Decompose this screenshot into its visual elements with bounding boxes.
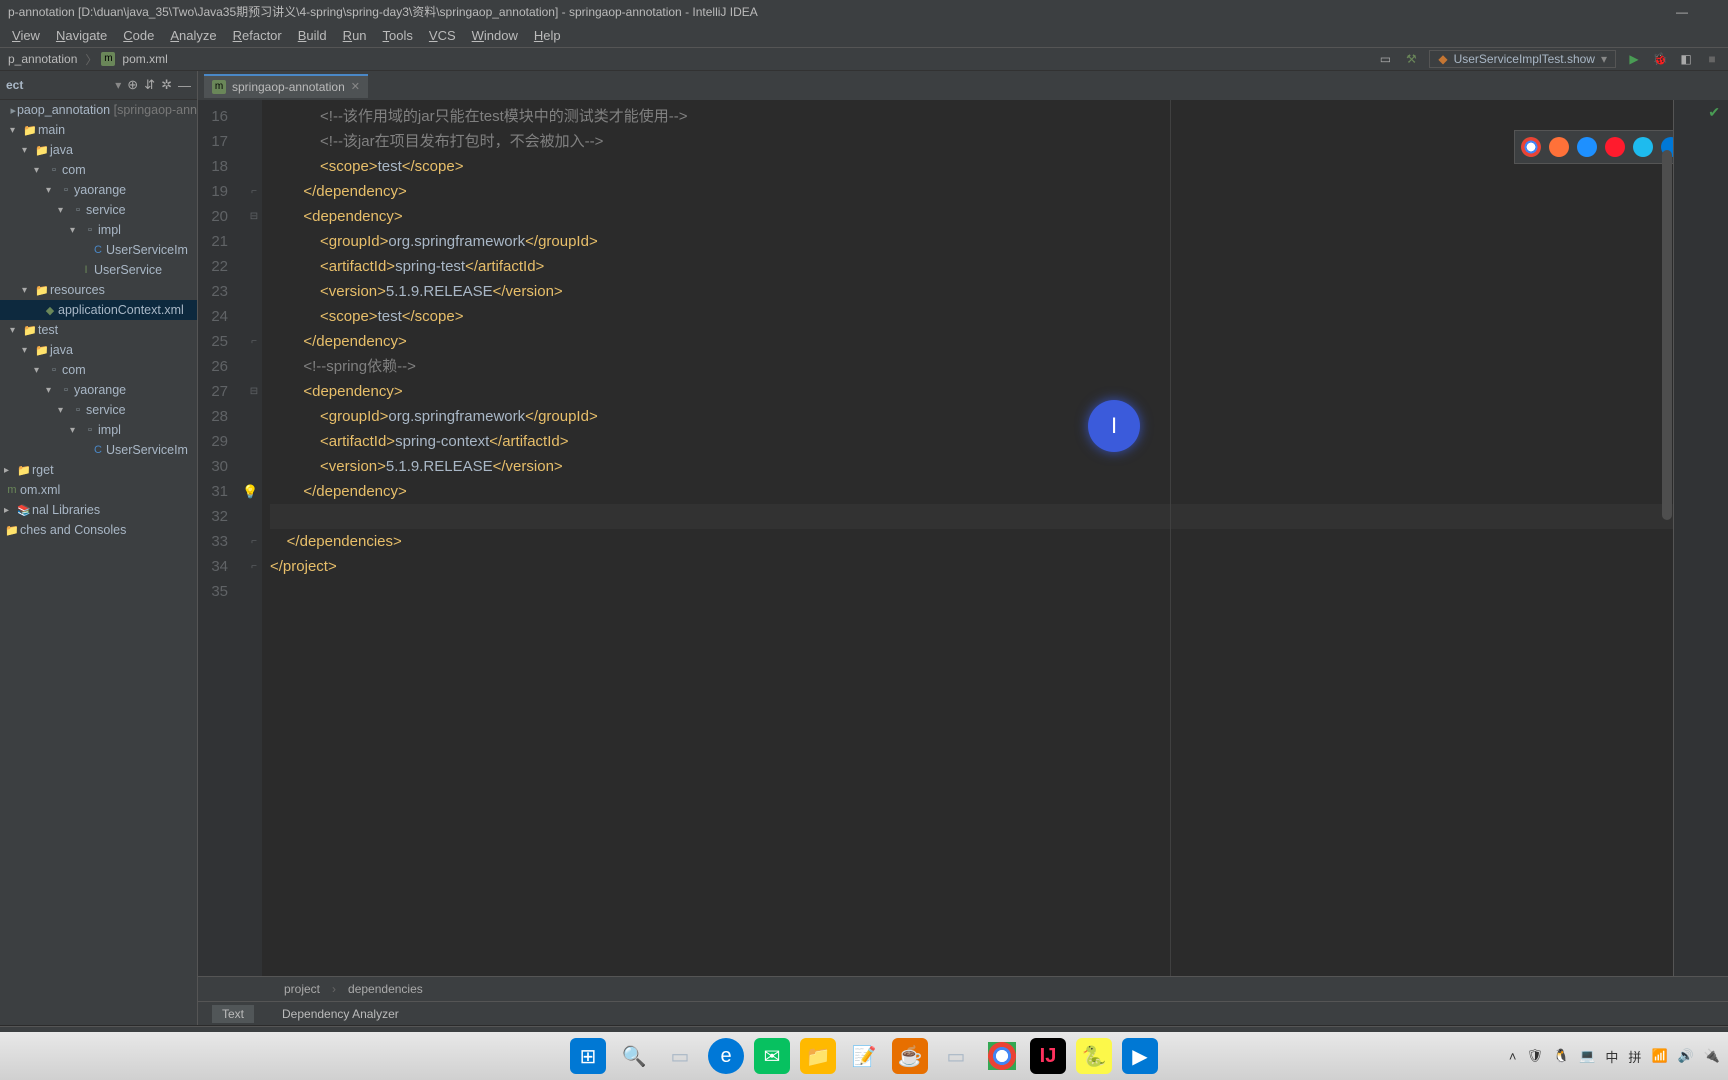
- tree-item-appcontext[interactable]: ◆applicationContext.xml: [0, 300, 197, 320]
- coverage-icon[interactable]: ◧: [1678, 51, 1694, 67]
- ie-icon[interactable]: [1633, 137, 1653, 157]
- project-header-label[interactable]: ect: [6, 78, 115, 92]
- code-editor[interactable]: 1617181920212223242526272829303132333435…: [198, 100, 1728, 976]
- hide-icon[interactable]: —: [178, 78, 191, 93]
- tab-text[interactable]: Text: [212, 1005, 254, 1023]
- tray-ime-lang[interactable]: 中: [1605, 1047, 1618, 1066]
- notepad-icon[interactable]: 📝: [846, 1038, 882, 1074]
- safari-icon[interactable]: [1577, 137, 1597, 157]
- edge-icon[interactable]: e: [708, 1038, 744, 1074]
- system-tray[interactable]: ˄ 🛡 🐧 💻 中 拼 📶 🔊 🔌: [1509, 1047, 1720, 1066]
- media-icon[interactable]: ▶: [1122, 1038, 1158, 1074]
- tray-battery-icon[interactable]: 🔌: [1704, 1048, 1720, 1064]
- menu-run[interactable]: Run: [335, 26, 375, 45]
- start-icon[interactable]: ⊞: [570, 1038, 606, 1074]
- close-icon[interactable]: ✕: [351, 80, 360, 93]
- java-icon[interactable]: ☕: [892, 1038, 928, 1074]
- gutter: 1617181920212223242526272829303132333435: [198, 100, 246, 976]
- menu-window[interactable]: Window: [464, 26, 526, 45]
- tray-chevron-icon[interactable]: ˄: [1509, 1049, 1517, 1064]
- windows-taskbar: ⊞ 🔍 ▭ e ✉ 📁 📝 ☕ ▭ IJ 🐍 ▶ ˄ 🛡 🐧 💻 中 拼 📶 🔊…: [0, 1032, 1728, 1080]
- menu-code[interactable]: Code: [115, 26, 162, 45]
- build-icon[interactable]: ⚒: [1403, 51, 1419, 67]
- right-margin: [1170, 100, 1171, 976]
- editor-tab-pom[interactable]: m springaop-annotation ✕: [204, 74, 368, 98]
- inspection-ok-icon[interactable]: ✔: [1708, 104, 1720, 121]
- update-icon[interactable]: ▭: [1377, 51, 1393, 67]
- menu-help[interactable]: Help: [526, 26, 569, 45]
- breadcrumb-file[interactable]: pom.xml: [118, 52, 171, 66]
- settings-icon[interactable]: ✲: [161, 77, 172, 93]
- title-bar: p-annotation [D:\duan\java_35\Two\Java35…: [0, 0, 1728, 23]
- tray-pc-icon[interactable]: 💻: [1579, 1048, 1595, 1064]
- firefox-icon[interactable]: [1549, 137, 1569, 157]
- debug-icon[interactable]: 🐞: [1652, 51, 1668, 67]
- maven-icon: m: [212, 80, 226, 94]
- chrome-taskbar-icon[interactable]: [984, 1038, 1020, 1074]
- project-tool-window: ect ▾ ⊕ ⇵ ✲ — ▸paop_annotation [springao…: [0, 71, 198, 1025]
- scrollbar[interactable]: [1662, 150, 1672, 520]
- menu-navigate[interactable]: Navigate: [48, 26, 115, 45]
- cursor-highlight: I: [1088, 400, 1140, 452]
- opera-icon[interactable]: [1605, 137, 1625, 157]
- editor-breadcrumbs[interactable]: project › dependencies: [198, 976, 1728, 1001]
- intellij-icon[interactable]: IJ: [1030, 1038, 1066, 1074]
- editor: m springaop-annotation ✕ 161718192021222…: [198, 71, 1728, 1025]
- chrome-icon[interactable]: [1521, 137, 1541, 157]
- tray-qq-icon[interactable]: 🐧: [1553, 1048, 1569, 1064]
- nav-bar: p_annotation 〉 m pom.xml ▭ ⚒ ◆ UserServi…: [0, 48, 1728, 71]
- tray-ime-mode[interactable]: 拼: [1628, 1047, 1641, 1066]
- app-icon[interactable]: ▭: [938, 1038, 974, 1074]
- collapse-icon[interactable]: ⇵: [144, 77, 155, 93]
- minimize-icon[interactable]: —: [1676, 5, 1688, 19]
- pycharm-icon[interactable]: 🐍: [1076, 1038, 1112, 1074]
- tray-wifi-icon[interactable]: 📶: [1651, 1048, 1667, 1064]
- menu-vcs[interactable]: VCS: [421, 26, 464, 45]
- stop-icon[interactable]: ■: [1704, 51, 1720, 67]
- tray-volume-icon[interactable]: 🔊: [1678, 1048, 1694, 1064]
- menu-build[interactable]: Build: [290, 26, 335, 45]
- search-icon[interactable]: 🔍: [616, 1038, 652, 1074]
- fold-column[interactable]: ⌐⊟⌐⊟⌐⌐: [246, 100, 262, 976]
- breadcrumb-module[interactable]: p_annotation: [4, 52, 81, 66]
- minimap[interactable]: ✔: [1673, 100, 1728, 976]
- run-config-selector[interactable]: ◆ UserServiceImplTest.show ▾: [1429, 50, 1616, 68]
- locate-icon[interactable]: ⊕: [127, 77, 138, 93]
- menu-refactor[interactable]: Refactor: [225, 26, 290, 45]
- menu-bar: ViewNavigateCodeAnalyzeRefactorBuildRunT…: [0, 23, 1728, 48]
- tray-defender-icon[interactable]: 🛡: [1527, 1048, 1544, 1064]
- menu-analyze[interactable]: Analyze: [162, 26, 224, 45]
- menu-tools[interactable]: Tools: [375, 26, 421, 45]
- explorer-icon[interactable]: 📁: [800, 1038, 836, 1074]
- maven-icon: m: [101, 52, 115, 66]
- run-icon[interactable]: ▶: [1626, 51, 1642, 67]
- tab-dep-analyzer[interactable]: Dependency Analyzer: [272, 1005, 409, 1023]
- project-tree[interactable]: ▸paop_annotation [springaop-ann ▾📁main ▾…: [0, 100, 197, 1025]
- wechat-icon[interactable]: ✉: [754, 1038, 790, 1074]
- window-title: p-annotation [D:\duan\java_35\Two\Java35…: [8, 3, 758, 20]
- menu-view[interactable]: View: [4, 26, 48, 45]
- taskview-icon[interactable]: ▭: [662, 1038, 698, 1074]
- editor-sub-tabs: Text Dependency Analyzer: [198, 1001, 1728, 1025]
- intention-bulb-icon[interactable]: 💡: [242, 479, 258, 504]
